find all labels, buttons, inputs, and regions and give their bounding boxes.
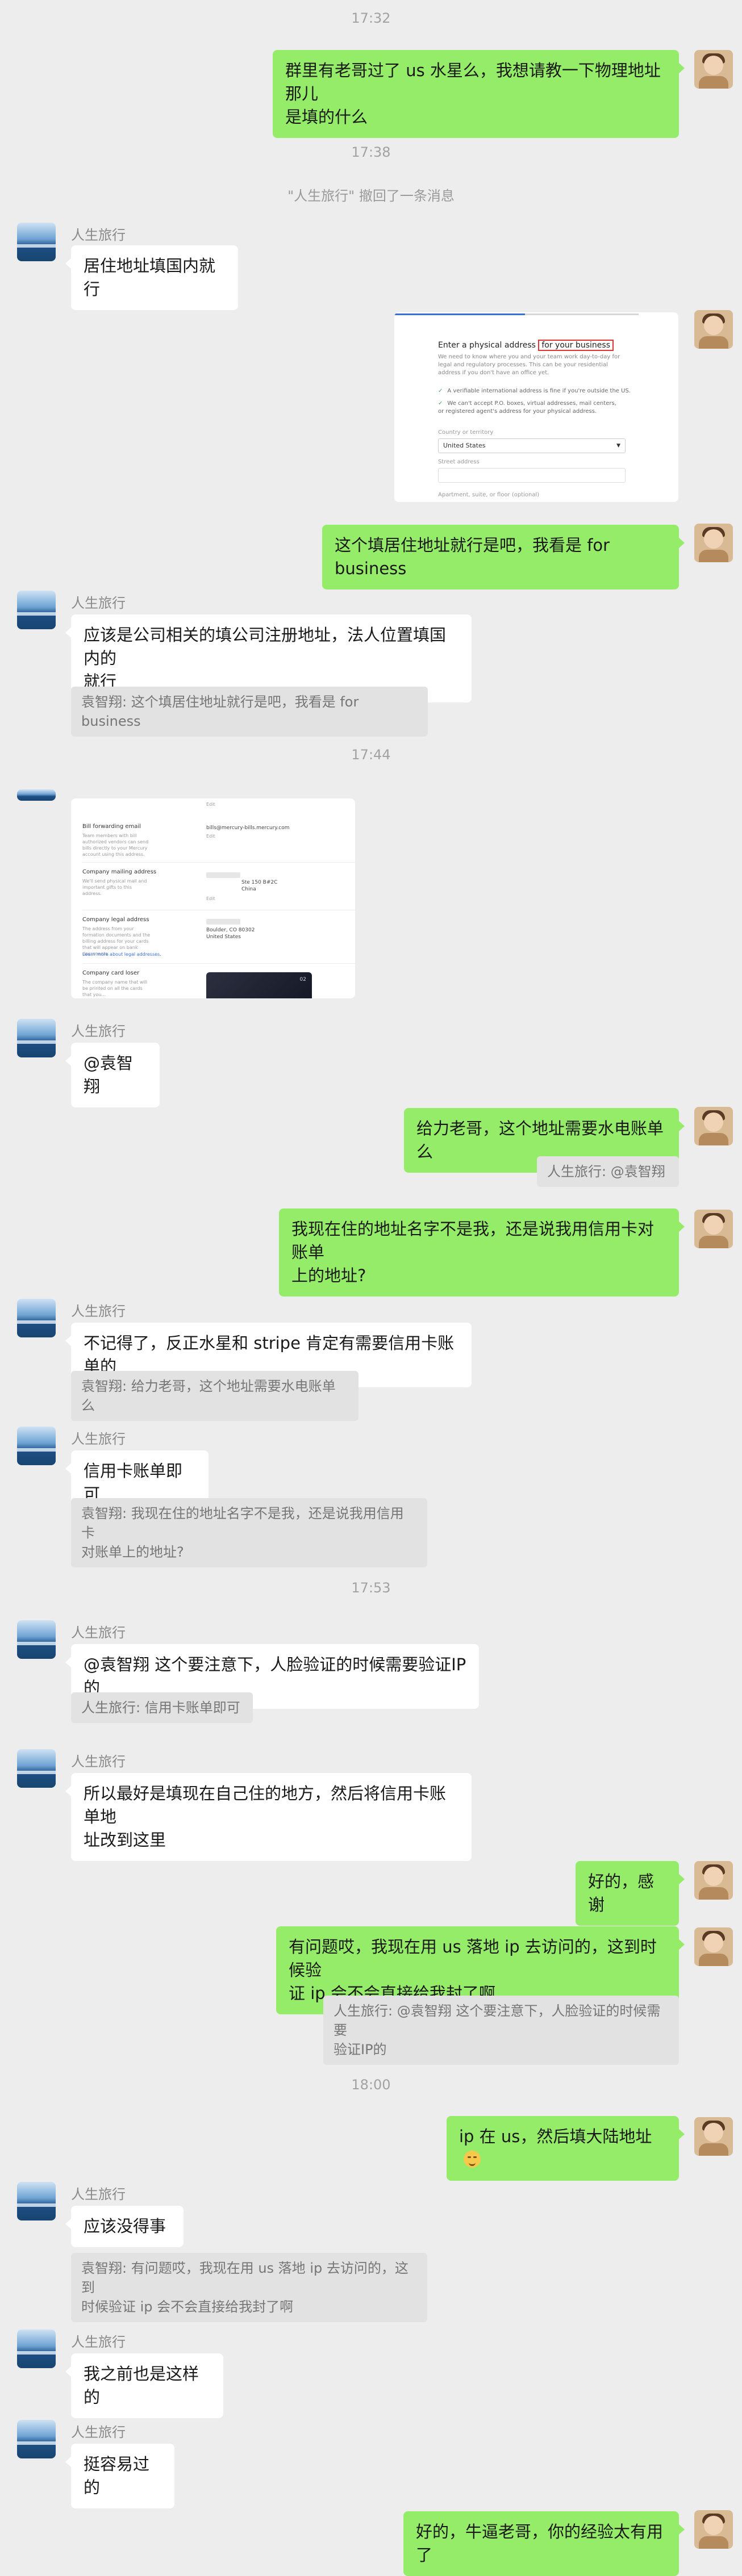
avatar[interactable]	[17, 1620, 56, 1659]
row-title: Bill forwarding email	[82, 823, 141, 830]
avatar[interactable]	[17, 789, 56, 801]
avatar[interactable]	[694, 1861, 733, 1900]
message-bubble[interactable]: 这个填居住地址就行是吧，我看是 for business	[322, 525, 685, 589]
message-bubble[interactable]: 应该没得事	[65, 2206, 184, 2247]
avatar[interactable]	[694, 50, 733, 89]
form-title: Enter a physical address for your busine…	[438, 340, 614, 351]
timestamp: 17:38	[351, 144, 391, 160]
card-image: 02	[206, 972, 312, 998]
chat-window: 17:32 群里有老哥过了 us 水星么，我想请教一下物理地址那儿 是填的什么 …	[0, 0, 742, 2576]
sender-name: 人生旅行	[71, 1303, 126, 1319]
edit-link[interactable]: Edit	[206, 802, 215, 807]
country-label: Country or territory	[438, 429, 494, 436]
timestamp: 17:44	[351, 747, 391, 763]
divider	[82, 963, 355, 964]
sender-name: 人生旅行	[71, 1754, 126, 1770]
quoted-reply[interactable]: 人生旅行: 信用卡账单即可	[71, 1692, 253, 1723]
avatar[interactable]	[694, 524, 733, 562]
avatar[interactable]	[17, 2182, 56, 2220]
image-message[interactable]: Edit Bill forwarding email Team members …	[71, 798, 355, 998]
quoted-reply[interactable]: 人生旅行: @袁智翔 这个要注意下，人脸验证的时候需要 验证IP的	[323, 1996, 679, 2065]
recall-notice: "人生旅行" 撤回了一条消息	[287, 188, 455, 204]
sender-name: 人生旅行	[71, 2186, 126, 2202]
quoted-reply[interactable]: 人生旅行: @袁智翔	[537, 1156, 679, 1187]
avatar[interactable]	[694, 310, 733, 349]
avatar[interactable]	[694, 2117, 733, 2156]
avatar[interactable]	[694, 2510, 733, 2549]
quoted-reply[interactable]: 袁智翔: 我现在住的地址名字不是我，还是说我用信用卡 对账单上的地址?	[71, 1498, 427, 1567]
check-icon: ✓	[438, 400, 443, 407]
redacted-text	[206, 872, 240, 878]
street-input[interactable]	[438, 468, 626, 483]
bullet-item: ✓ We can't accept P.O. boxes, virtual add…	[438, 400, 616, 415]
message-bubble[interactable]: 好的，感谢	[576, 1861, 685, 1926]
divider	[82, 862, 355, 863]
avatar[interactable]	[694, 1927, 733, 1966]
apartment-label: Apartment, suite, or floor (optional)	[438, 492, 540, 498]
chevron-down-icon: ▼	[616, 443, 620, 449]
avatar[interactable]	[17, 2330, 56, 2368]
sender-name: 人生旅行	[71, 1431, 126, 1447]
message-bubble[interactable]: 所以最好是填现在自己住的地方，然后将信用卡账单地 址改到这里	[65, 1773, 472, 1861]
message-bubble[interactable]: 我之前也是这样的	[65, 2353, 223, 2418]
timestamp: 18:00	[351, 2077, 391, 2093]
avatar[interactable]	[694, 1210, 733, 1248]
quoted-reply[interactable]: 袁智翔: 有问题哎，我现在用 us 落地 ip 去访问的，这到 时候验证 ip …	[71, 2253, 427, 2322]
form-description: We need to know where you and your team …	[438, 354, 620, 376]
row-description: We'll send physical mail and important g…	[82, 879, 147, 896]
timestamp: 17:32	[351, 10, 391, 26]
sender-name: 人生旅行	[71, 595, 126, 611]
avatar[interactable]	[17, 223, 56, 261]
sender-name: 人生旅行	[71, 227, 126, 243]
avatar[interactable]	[694, 1107, 733, 1145]
sender-name: 人生旅行	[71, 2334, 126, 2350]
row-value: bills@mercury-bills.mercury.com	[206, 825, 290, 831]
highlight-box: for your business	[538, 340, 614, 351]
row-description: Team members with bill authorized vendor…	[82, 833, 149, 857]
sender-name: 人生旅行	[71, 1625, 126, 1641]
timestamp: 17:53	[351, 1580, 391, 1596]
message-bubble[interactable]: 好的，牛逼老哥，你的经验太有用了	[403, 2511, 685, 2576]
quoted-reply[interactable]: 袁智翔: 这个填居住地址就行是吧，我看是 for business	[71, 687, 428, 737]
check-icon: ✓	[438, 388, 443, 394]
country-select[interactable]: United States ▼	[438, 438, 626, 453]
sender-name: 人生旅行	[71, 1023, 126, 1039]
avatar[interactable]	[17, 1749, 56, 1788]
redacted-text	[206, 919, 240, 925]
message-bubble[interactable]: @袁智翔	[65, 1043, 160, 1107]
row-value: Boulder, CO 80302 United States	[206, 927, 255, 940]
row-title: Company legal address	[82, 917, 149, 923]
learn-more-link[interactable]: Learn more about legal addresses.	[82, 952, 161, 957]
bullet-item: ✓ A verifiable international address is f…	[438, 388, 631, 394]
avatar[interactable]	[17, 1427, 56, 1465]
message-bubble[interactable]: 我现在住的地址名字不是我，还是说我用信用卡对账单 上的地址?	[279, 1208, 685, 1297]
edit-link[interactable]: Edit	[206, 896, 215, 901]
avatar[interactable]	[17, 1019, 56, 1057]
row-description: The company name that will be printed on…	[82, 980, 148, 997]
edit-link[interactable]: Edit	[206, 834, 215, 839]
avatar[interactable]	[17, 2420, 56, 2458]
message-bubble[interactable]: 挺容易过的	[65, 2444, 174, 2508]
image-message[interactable]: Enter a physical address for your busine…	[394, 312, 678, 502]
quoted-reply[interactable]: 袁智翔: 给力老哥，这个地址需要水电账单么	[71, 1371, 359, 1421]
avatar[interactable]	[17, 591, 56, 629]
message-bubble[interactable]: 群里有老哥过了 us 水星么，我想请教一下物理地址那儿 是填的什么	[273, 50, 685, 138]
sender-name: 人生旅行	[71, 2424, 126, 2440]
row-value: Ste 150 B#2C China	[241, 880, 278, 892]
progress-bar	[394, 312, 678, 317]
row-title: Company mailing address	[82, 869, 157, 875]
message-bubble[interactable]: ip 在 us，然后填大陆地址	[447, 2116, 685, 2181]
row-title: Company card loser	[82, 970, 140, 976]
grinning-face-emoji	[464, 2151, 481, 2168]
street-label: Street address	[438, 459, 480, 465]
avatar[interactable]	[17, 1299, 56, 1337]
message-bubble[interactable]: 居住地址填国内就行	[65, 245, 238, 310]
